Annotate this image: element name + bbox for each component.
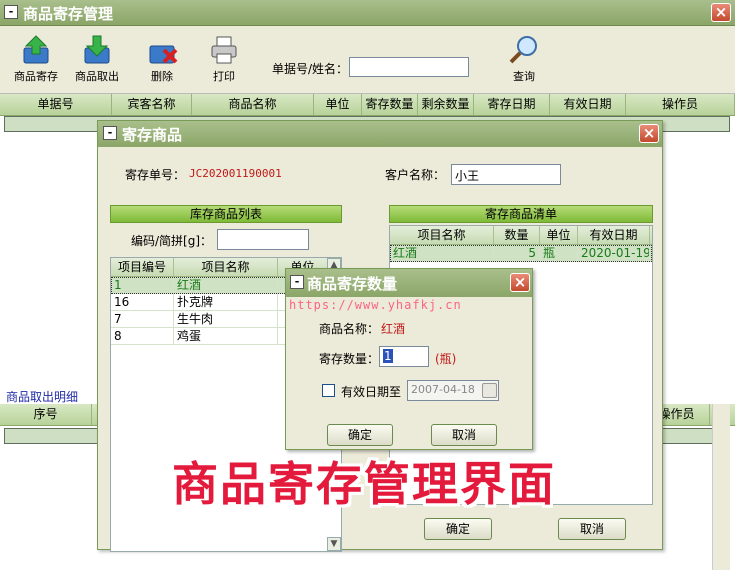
col-deposit-date[interactable]: 寄存日期 [474, 94, 550, 115]
deposit-col-qty[interactable]: 数量 [494, 226, 540, 244]
expiry-checkbox[interactable] [322, 384, 335, 397]
goods-name-value: 红酒 [381, 322, 406, 336]
col-expiry-date[interactable]: 有效日期 [550, 94, 626, 115]
deposit-dialog-title: 寄存商品 [122, 126, 183, 144]
watermark-url: https://www.yhafkj.cn [289, 298, 462, 312]
quantity-ok-button[interactable]: 确定 [327, 424, 393, 446]
withdraw-label: 商品取出 [75, 70, 119, 83]
main-title-bar: - 商品寄存管理 × [0, 0, 735, 26]
col-order-no[interactable]: 单据号 [0, 94, 112, 115]
detail-section-label: 商品取出明细 [6, 390, 79, 404]
deposit-qty-value: 1 [383, 349, 393, 363]
deposit-list-columns: 项目名称 数量 单位 有效日期 [390, 226, 652, 245]
printer-icon [211, 36, 237, 64]
print-button[interactable]: 打印 [208, 34, 240, 84]
delete-label: 删除 [151, 70, 173, 83]
quantity-dialog-title-bar: - 商品寄存数量 × [286, 269, 532, 297]
deposit-col-date[interactable]: 有效日期 [578, 226, 650, 244]
main-grid-header: 单据号 宾客名称 商品名称 单位 寄存数量 剩余数量 寄存日期 有效日期 操作员 [0, 94, 735, 116]
list-item[interactable]: 红酒 5 瓶 2020-01-19 [390, 245, 652, 262]
deposit-button[interactable]: 商品寄存 [14, 34, 58, 84]
box-up-arrow-icon [23, 35, 49, 64]
magnifier-icon [509, 36, 537, 64]
deposit-list-header: 寄存商品清单 [389, 205, 653, 223]
deposit-ok-button[interactable]: 确定 [424, 518, 492, 540]
quantity-dialog-title: 商品寄存数量 [307, 275, 398, 293]
delete-button[interactable]: 删除 [146, 34, 178, 84]
print-label: 打印 [213, 70, 235, 83]
expiry-date-value: 2007-04-18 [411, 383, 475, 396]
deposit-quantity-dialog: - 商品寄存数量 × 商品名称： 红酒 寄存数量： 1 (瓶) 有效日期至 20… [285, 268, 533, 450]
box-down-arrow-icon [84, 35, 110, 64]
query-label: 查询 [513, 70, 535, 83]
query-button[interactable]: 查询 [508, 34, 540, 84]
main-window-title: 商品寄存管理 [23, 5, 114, 23]
deposit-qty-label: 寄存数量： [319, 352, 380, 366]
box-delete-icon [149, 45, 178, 64]
deposit-qty-unit: (瓶) [435, 352, 457, 366]
quantity-dialog-close-button[interactable]: × [510, 273, 530, 292]
window-menu-icon[interactable]: - [4, 5, 18, 19]
deposit-label: 商品寄存 [14, 70, 58, 83]
search-label: 单据号/姓名： [272, 62, 349, 76]
col-deposit-qty[interactable]: 寄存数量 [362, 94, 418, 115]
filter-input[interactable] [217, 229, 309, 250]
customer-label: 客户名称： [385, 168, 446, 182]
order-no-label: 寄存单号： [125, 168, 186, 182]
caption-overlay: 商品寄存管理界面 [172, 457, 556, 511]
stock-col-code[interactable]: 项目编号 [111, 258, 174, 276]
quantity-dialog-menu-icon[interactable]: - [290, 275, 304, 289]
filter-label: 编码/简拼[g]： [131, 234, 213, 248]
customer-input[interactable]: 小王 [451, 164, 561, 185]
col-unit[interactable]: 单位 [314, 94, 362, 115]
col-goods[interactable]: 商品名称 [192, 94, 314, 115]
col-remain-qty[interactable]: 剩余数量 [418, 94, 474, 115]
deposit-dialog-title-bar: - 寄存商品 × [98, 121, 662, 147]
deposit-dialog-close-button[interactable]: × [639, 124, 659, 143]
col-operator[interactable]: 操作员 [626, 94, 735, 115]
expiry-label: 有效日期至 [341, 385, 402, 399]
search-input[interactable] [349, 57, 469, 77]
deposit-col-name[interactable]: 项目名称 [390, 226, 494, 244]
dialog-menu-icon[interactable]: - [103, 126, 117, 140]
calendar-dropdown-icon[interactable] [482, 383, 497, 398]
main-toolbar: 商品寄存 商品取出 删除 打印 单据号/姓名： 查询 [0, 26, 735, 94]
deposit-col-unit[interactable]: 单位 [540, 226, 578, 244]
stock-scroll-down-icon[interactable]: ▼ [327, 537, 341, 551]
col-guest[interactable]: 宾客名称 [112, 94, 192, 115]
goods-name-label: 商品名称： [319, 322, 380, 336]
quantity-cancel-button[interactable]: 取消 [431, 424, 497, 446]
main-close-button[interactable]: × [711, 3, 731, 22]
col-seq[interactable]: 序号 [0, 404, 92, 425]
deposit-cancel-button[interactable]: 取消 [558, 518, 626, 540]
order-no-value: JC202001190001 [189, 167, 282, 180]
withdraw-button[interactable]: 商品取出 [75, 34, 119, 84]
stock-col-name[interactable]: 项目名称 [174, 258, 278, 276]
deposit-qty-input[interactable]: 1 [379, 346, 429, 367]
detail-scrollbar[interactable] [712, 404, 730, 570]
stock-list-header: 库存商品列表 [110, 205, 342, 223]
